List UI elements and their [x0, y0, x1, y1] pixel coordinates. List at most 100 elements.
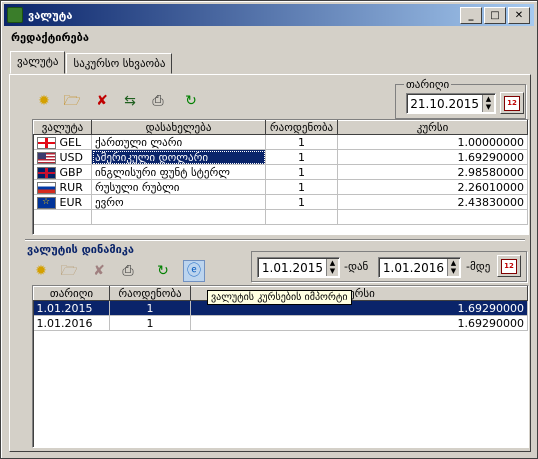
table-row[interactable]: USD ამერიკული დოლარი 1 1.69290000	[33, 149, 528, 165]
column-header-date[interactable]: თარიღი	[33, 286, 110, 301]
date-cell: 1.01.2016	[33, 315, 110, 331]
currency-code: USD	[59, 150, 84, 164]
date-cell: 1.01.2015	[33, 300, 110, 316]
currency-code: GEL	[59, 135, 82, 149]
quantity-cell: 1	[109, 300, 191, 316]
quantity-cell: 1	[265, 179, 338, 195]
from-suffix-label: -დან	[344, 260, 369, 273]
rate-cell: 1.00000000	[337, 134, 528, 150]
calendar-icon: 12	[501, 258, 517, 274]
column-header-rate[interactable]: კურსი	[337, 120, 528, 135]
app-icon	[7, 7, 23, 23]
currency-code: EUR	[59, 195, 83, 209]
spin-arrows-icon[interactable]: ▲ ▼	[482, 95, 494, 112]
quantity-cell: 1	[265, 194, 338, 210]
tab-exchange-difference[interactable]: საკურსო სხვაობა	[66, 53, 173, 74]
dynamics-title: ვალუტის დინამიკა	[27, 243, 134, 256]
date-group: თარიღი 21.10.2015 ▲ ▼ 12	[395, 78, 526, 119]
column-header-name[interactable]: დასახელება	[91, 120, 266, 135]
period-from-value: 1.01.2015	[261, 261, 323, 275]
close-icon: ✕	[514, 9, 524, 21]
close-button[interactable]: ✕	[508, 7, 530, 24]
period-to-value: 1.01.2016	[382, 261, 444, 275]
currency-code-cell: GEL	[33, 134, 92, 150]
rate-cell: 2.98580000	[337, 164, 528, 180]
column-header-quantity[interactable]: რაოდენობა	[265, 120, 338, 135]
quantity-cell: 1	[109, 315, 191, 331]
delete-icon[interactable]: ✘	[88, 260, 110, 282]
date-value: 21.10.2015	[410, 97, 479, 111]
refresh-icon[interactable]: ↻	[180, 90, 202, 112]
import-rates-icon[interactable]: ⓔ	[183, 260, 205, 282]
currency-code: GBP	[59, 165, 83, 179]
to-suffix-label: -მდე	[466, 260, 491, 273]
new-icon[interactable]: ✹	[30, 260, 52, 282]
calendar-button[interactable]: 12	[497, 255, 521, 277]
table-row[interactable]: GEL ქართული ლარი 1 1.00000000	[33, 134, 528, 150]
currency-code: RUR	[59, 180, 83, 194]
currency-name-cell: ევრო	[91, 194, 266, 210]
maximize-icon: □	[490, 9, 500, 21]
dynamics-grid[interactable]: თარიღი რაოდენობა კურსი 1.01.2015 1 1.692…	[32, 285, 529, 448]
column-header-quantity[interactable]: რაოდენობა	[109, 286, 191, 301]
new-icon[interactable]: ✹	[33, 90, 55, 112]
rate-cell: 1.69290000	[190, 315, 528, 331]
currency-name-cell: რუსული რუბლი	[91, 179, 266, 195]
date-group-legend: თარიღი	[404, 78, 452, 91]
calendar-icon: 12	[504, 95, 520, 111]
russia-flag-icon	[36, 181, 56, 194]
period-group: 1.01.2015 ▲ ▼ -დან 1.01.2016 ▲ ▼ -მდე 12	[251, 251, 527, 282]
open-folder-icon[interactable]: 🗁	[61, 90, 83, 112]
export-icon[interactable]: ⇆	[119, 90, 141, 112]
refresh-icon[interactable]: ↻	[152, 260, 174, 282]
uk-flag-icon	[36, 166, 56, 179]
tab-strip: ვალუტა საკურსო სხვაობა	[10, 51, 173, 74]
title-bar[interactable]: ვალუტა _ □ ✕	[4, 4, 534, 26]
georgia-flag-icon	[36, 136, 56, 149]
currency-code-cell: USD	[33, 149, 92, 165]
rate-cell: 2.43830000	[337, 194, 528, 210]
table-row[interactable]: RUR რუსული რუბლი 1 2.26010000	[33, 179, 528, 195]
period-to-picker[interactable]: 1.01.2016 ▲ ▼	[378, 257, 461, 278]
currency-code-cell: RUR	[33, 179, 92, 195]
spin-arrows-icon[interactable]: ▲ ▼	[326, 259, 338, 276]
print-icon[interactable]: ⎙	[147, 90, 169, 112]
delete-icon[interactable]: ✘	[91, 90, 113, 112]
usa-flag-icon	[36, 151, 56, 164]
table-row[interactable]: ☆ EUR ევრო 1 2.43830000	[33, 194, 528, 210]
maximize-button[interactable]: □	[484, 7, 506, 24]
currency-code-cell: ☆ EUR	[33, 194, 92, 210]
tab-currency[interactable]: ვალუტა	[10, 51, 66, 74]
currency-tab-panel: ✹ 🗁 ✘ ⇆ ⎙ ↻ თარიღი 21.10.2015 ▲ ▼ 12 ვალუ…	[9, 74, 531, 452]
minimize-icon: _	[468, 9, 474, 21]
column-header-currency[interactable]: ვალუტა	[33, 120, 92, 135]
print-icon[interactable]: ⎙	[117, 260, 139, 282]
main-window: ვალუტა _ □ ✕ რედაქტირება ვალუტა საკურსო …	[0, 0, 538, 459]
quantity-cell: 1	[265, 149, 338, 165]
calendar-button[interactable]: 12	[500, 92, 524, 114]
menu-edit[interactable]: რედაქტირება	[5, 31, 95, 44]
rate-cell: 1.69290000	[337, 149, 528, 165]
table-row[interactable]: 1.01.2016 1 1.69290000	[33, 315, 528, 331]
menu-bar: რედაქტირება	[5, 28, 95, 47]
currency-code-cell: GBP	[33, 164, 92, 180]
eu-flag-icon: ☆	[36, 196, 56, 209]
currency-name-cell: ინგლისური ფუნტ სტერლ	[91, 164, 266, 180]
period-from-picker[interactable]: 1.01.2015 ▲ ▼	[257, 257, 340, 278]
currency-name-cell-selected[interactable]: ამერიკული დოლარი	[91, 149, 266, 165]
table-row-empty	[33, 209, 528, 225]
currency-header-row: ვალუტა დასახელება რაოდენობა კურსი	[33, 120, 528, 135]
date-picker[interactable]: 21.10.2015 ▲ ▼	[406, 93, 496, 114]
rate-cell: 2.26010000	[337, 179, 528, 195]
window-title: ვალუტა	[28, 8, 73, 22]
currency-name-cell: ქართული ლარი	[91, 134, 266, 150]
currency-grid[interactable]: ვალუტა დასახელება რაოდენობა კურსი GEL ქა…	[32, 119, 529, 235]
import-tooltip: ვალუტის კურსების იმპორტი	[207, 290, 352, 305]
open-folder-icon[interactable]: 🗁	[58, 260, 80, 282]
quantity-cell: 1	[265, 164, 338, 180]
spin-arrows-icon[interactable]: ▲ ▼	[447, 259, 459, 276]
table-row[interactable]: GBP ინგლისური ფუნტ სტერლ 1 2.98580000	[33, 164, 528, 180]
quantity-cell: 1	[265, 134, 338, 150]
section-divider	[25, 239, 525, 241]
minimize-button[interactable]: _	[460, 7, 482, 24]
